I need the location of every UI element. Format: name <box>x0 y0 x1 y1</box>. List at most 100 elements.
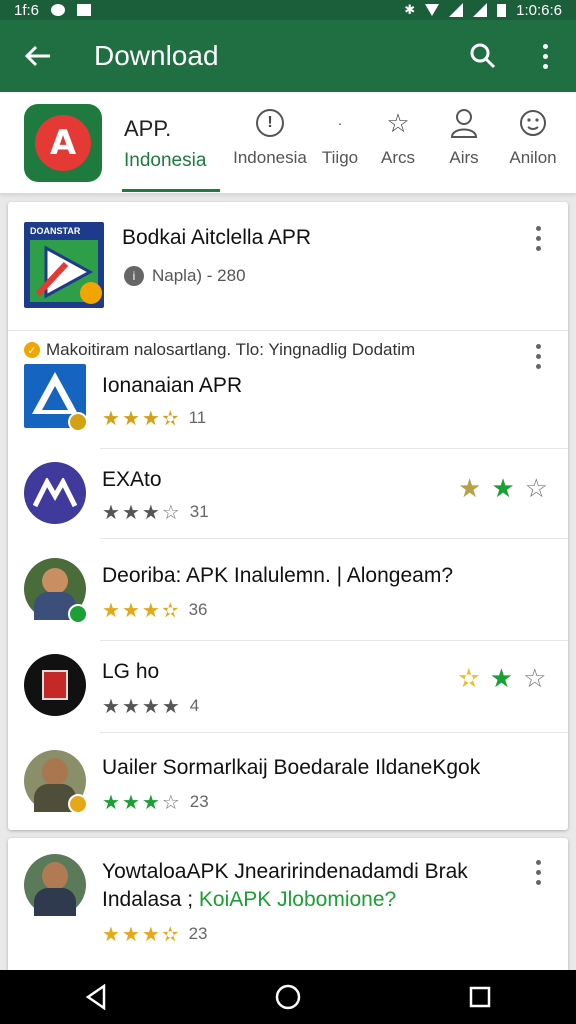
rating-stars: ★ ★ ★ ✫ 11 <box>102 406 206 430</box>
divider <box>8 330 568 331</box>
category-bar: A APP. Indonesia ! Indonesia · Tiigo ☆ A… <box>0 92 576 194</box>
featured-app-thumbnail: DOANSTAR <box>24 222 104 308</box>
badge-icon <box>68 604 88 624</box>
featured-app-row[interactable]: DOANSTAR Bodkai Aitclella APR i Napla) -… <box>8 202 568 330</box>
section-note: ✓ Makoitiram nalosartlang. Tlo: Yingnadl… <box>24 340 415 360</box>
category-label: Airs <box>449 148 479 167</box>
app-more-button[interactable] <box>536 860 541 885</box>
rating-count: 11 <box>188 408 207 427</box>
rating-count: 31 <box>189 502 209 521</box>
nav-home-button[interactable] <box>258 977 318 1017</box>
nav-back-button[interactable] <box>66 977 126 1017</box>
star-icon: ★ <box>102 922 120 946</box>
overflow-menu-button[interactable] <box>514 20 576 92</box>
app-logo[interactable]: A <box>24 104 102 182</box>
app-label: APP. <box>124 116 172 141</box>
app-row[interactable]: Ionanaian APR ★ ★ ★ ✫ 11 <box>8 362 568 448</box>
rating-stars: ★ ★ ★ ☆ 23 <box>102 790 209 814</box>
app-name-part: Indalasa ; <box>102 888 194 911</box>
app-name-line2: Indalasa ; KoiAPK Jlobomione? <box>102 888 396 912</box>
featured-app-sub: i Napla) - 280 <box>124 266 246 286</box>
app-name: LG ho <box>102 660 160 683</box>
star-icon: ★ <box>121 406 140 430</box>
star-icon[interactable]: ★ <box>491 474 514 504</box>
system-nav-bar <box>0 970 576 1024</box>
wifi-icon <box>425 4 440 16</box>
search-button[interactable] <box>452 20 514 92</box>
nav-back-icon <box>85 984 106 1010</box>
thumbnail-text: DOANSTAR <box>30 226 81 236</box>
app-logo-icon <box>33 478 77 508</box>
star-outline-icon[interactable]: ✫ <box>458 664 480 694</box>
back-button[interactable] <box>0 20 76 92</box>
star-icon: ★ <box>121 790 140 814</box>
tab-indonesia-active[interactable]: Indonesia <box>124 150 206 172</box>
featured-more-button[interactable] <box>536 226 541 251</box>
featured-app-name: Bodkai Aitclella APR <box>122 226 312 249</box>
app-name-highlight: KoiAPK Jlobomione? <box>198 888 397 911</box>
star-icon: ★ <box>141 922 160 946</box>
app-name: Deoriba: APK Inalulemn. | Alongeam? <box>102 564 454 587</box>
star-icon: ★ <box>102 500 120 524</box>
check-badge-icon: ✓ <box>24 342 40 358</box>
person-avatar-icon <box>42 758 68 786</box>
category-item-indonesia[interactable]: ! Indonesia <box>230 106 310 168</box>
more-vert-icon <box>536 226 541 251</box>
person-icon <box>424 106 504 140</box>
status-time: 1:0:6:6 <box>516 1 562 19</box>
star-icon[interactable]: ★ <box>458 474 481 504</box>
apps-card: DOANSTAR Bodkai Aitclella APR i Napla) -… <box>8 202 568 830</box>
star-half-icon: ✫ <box>161 598 179 622</box>
app-thumbnail <box>24 654 86 716</box>
rating-count: 36 <box>188 600 208 619</box>
app-row[interactable]: LG ho ★ ★ ★ ★ 4 ✫ ★ ☆ <box>8 640 568 732</box>
category-item-anilon[interactable]: Anilon <box>493 106 573 168</box>
nav-recents-button[interactable] <box>450 977 510 1017</box>
badge-icon <box>68 412 88 432</box>
status-left-text: 1f:6 <box>14 1 40 19</box>
rating-count: 4 <box>189 696 200 715</box>
star-outline-icon[interactable]: ☆ <box>523 664 546 694</box>
category-item-airs[interactable]: Airs <box>424 106 504 168</box>
app-row[interactable]: YowtaloaAPK Jnearirindenadamdi Brak Inda… <box>8 838 568 978</box>
star-icon[interactable]: ★ <box>490 664 513 694</box>
star-outline-icon: ☆ <box>161 500 180 524</box>
app-row[interactable]: Deoriba: APK Inalulemn. | Alongeam? ★ ★ ★ ✫… <box>8 538 568 640</box>
featured-sub-text: Napla) - 280 <box>152 266 246 285</box>
star-icon: ★ <box>102 694 120 718</box>
badge-icon <box>80 282 102 304</box>
bluetooth-icon: ✱ <box>404 2 416 17</box>
app-thumbnail <box>24 462 86 524</box>
info-circle-icon: ! <box>256 109 284 137</box>
star-icon: ★ <box>161 694 180 718</box>
star-half-icon: ✫ <box>161 922 179 946</box>
quick-rate-stars[interactable]: ✫ ★ ☆ <box>458 664 546 694</box>
rating-stars: ★ ★ ★ ☆ 31 <box>102 500 209 524</box>
star-outline-icon[interactable]: ☆ <box>525 474 548 504</box>
page-title: Download <box>94 40 219 71</box>
badge-icon <box>68 794 88 814</box>
app-row[interactable]: Uailer Sormarlkaij Boedarale IldaneKgok … <box>8 732 568 830</box>
image-icon <box>77 4 92 16</box>
app-row[interactable]: EXAto ★ ★ ★ ☆ 31 ★ ★ ☆ <box>8 448 568 538</box>
signal-icon-2 <box>473 3 488 17</box>
info-dot-icon: i <box>124 266 144 286</box>
quick-rate-stars[interactable]: ★ ★ ☆ <box>458 474 548 504</box>
rating-count: 23 <box>189 792 209 811</box>
status-bar: 1f:6 ✱ 1:0:6:6 <box>0 0 576 20</box>
star-icon: ★ <box>102 598 120 622</box>
nav-home-icon <box>275 984 301 1010</box>
notification-icon <box>51 4 66 16</box>
star-icon: ★ <box>141 598 160 622</box>
rating-stars: ★ ★ ★ ✫ 36 <box>102 598 208 622</box>
more-vert-icon <box>536 860 541 885</box>
star-icon: ★ <box>121 500 140 524</box>
app-name: Ionanaian APR <box>102 374 243 397</box>
person-avatar-icon <box>42 862 68 890</box>
nav-recents-icon <box>469 986 491 1008</box>
app-name: YowtaloaAPK Jnearirindenadamdi Brak <box>102 860 468 883</box>
signal-icon <box>449 3 464 17</box>
rating-stars: ★ ★ ★ ★ 4 <box>102 694 199 718</box>
app-logo-icon <box>32 372 78 414</box>
star-half-icon: ✫ <box>161 406 179 430</box>
